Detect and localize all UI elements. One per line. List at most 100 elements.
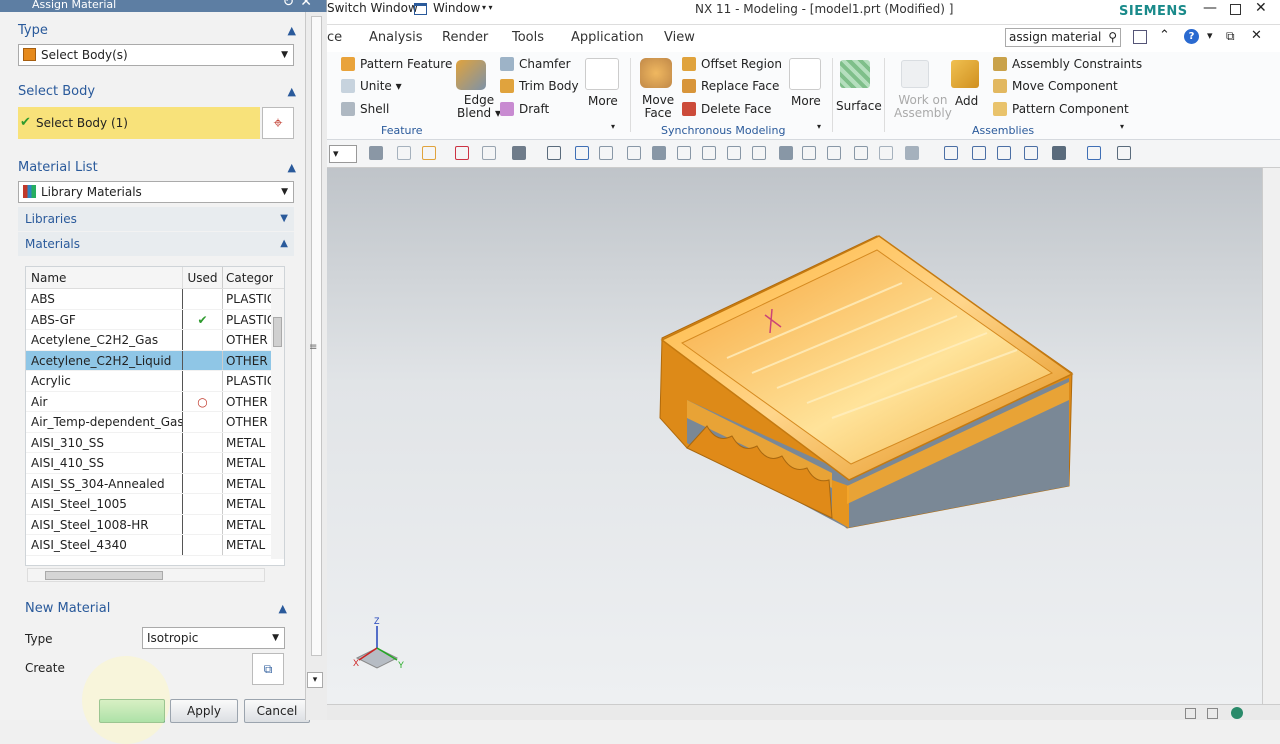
toolbar-tool-icon[interactable]	[369, 146, 383, 160]
toolbar-tool-icon[interactable]	[727, 146, 741, 160]
group-options-icon[interactable]: ▾	[817, 122, 821, 131]
filter-select[interactable]: ▾	[329, 145, 357, 163]
menu-item-application[interactable]: Application	[571, 30, 644, 45]
cancel-button[interactable]: Cancel	[244, 699, 310, 723]
toolbar-tool-icon[interactable]	[599, 146, 613, 160]
search-icon[interactable]: ⚲	[1108, 29, 1117, 46]
toolbar-tool-icon[interactable]	[779, 146, 793, 160]
maximize-icon[interactable]	[1230, 4, 1241, 15]
menu-item-analysis[interactable]: Analysis	[369, 30, 423, 45]
column-header-category[interactable]: Category	[223, 267, 273, 288]
table-row[interactable]: AISI_Steel_1005 METAL	[26, 494, 284, 515]
table-row[interactable]: AISI_SS_304-Annealed METAL	[26, 473, 284, 494]
tray-part[interactable]	[659, 235, 1074, 529]
toolbar-tool-icon[interactable]	[512, 146, 526, 160]
assembly-constraints-button[interactable]: Assembly Constraints	[993, 57, 1142, 71]
edge-blend-button[interactable]: Edge Blend ▾	[457, 94, 501, 120]
type-group-header[interactable]: Type ▲	[0, 18, 306, 44]
toolbar-tool-icon[interactable]	[1087, 146, 1101, 160]
ribbon-options-icon[interactable]: ▾	[1207, 29, 1213, 42]
toolbar-tool-icon[interactable]	[752, 146, 766, 160]
collapse-icon[interactable]: ▲	[280, 232, 288, 256]
toolbar-tool-icon[interactable]	[627, 146, 641, 160]
close-window-icon[interactable]: ✕	[1255, 0, 1267, 16]
offset-region-button[interactable]: Offset Region	[682, 57, 782, 71]
table-row[interactable]: ABS PLASTIC	[26, 289, 284, 310]
toolbar-tool-icon[interactable]	[802, 146, 816, 160]
column-header-used[interactable]: Used	[183, 267, 223, 288]
window-menu[interactable]: Window	[433, 1, 480, 15]
table-horizontal-scrollbar[interactable]	[27, 568, 265, 582]
toolbar-tool-icon[interactable]	[677, 146, 691, 160]
replace-face-button[interactable]: Replace Face	[682, 79, 779, 93]
toolbar-tool-icon[interactable]	[1117, 146, 1131, 160]
create-material-button[interactable]: ⧉	[252, 653, 284, 685]
command-search[interactable]: assign material ⚲	[1005, 28, 1121, 47]
libraries-header[interactable]: Libraries ▼	[18, 207, 294, 231]
table-row[interactable]: Air_Temp-dependent_Gas OTHER	[26, 412, 284, 433]
toolbar-tool-icon[interactable]	[652, 146, 666, 160]
move-face-button[interactable]: Move Face	[642, 94, 674, 120]
delete-face-button[interactable]: Delete Face	[682, 102, 771, 116]
collapse-icon[interactable]: ▲	[279, 596, 287, 622]
more-feature-button[interactable]: More	[588, 94, 618, 108]
toolbar-tool-icon[interactable]	[944, 146, 958, 160]
add-component-button[interactable]: Add	[955, 94, 978, 108]
group-options-icon[interactable]: ▾	[611, 122, 615, 131]
material-list-select[interactable]: Library Materials ▼	[18, 181, 294, 203]
menu-item-view[interactable]: View	[664, 30, 695, 45]
draft-button[interactable]: Draft	[500, 102, 549, 116]
layout-icon[interactable]	[1133, 30, 1147, 44]
toolbar-tool-icon[interactable]	[972, 146, 986, 160]
close-part-icon[interactable]: ✕	[1251, 28, 1262, 43]
pattern-component-button[interactable]: Pattern Component	[993, 102, 1129, 116]
expand-icon[interactable]: ▼	[280, 207, 288, 231]
select-body-group-header[interactable]: Select Body ▲	[0, 79, 306, 105]
toolbar-tool-icon[interactable]	[997, 146, 1011, 160]
shell-button[interactable]: Shell	[341, 102, 389, 116]
model-canvas[interactable]: Z X Y	[327, 168, 1262, 704]
switch-window-button[interactable]: Switch Window	[327, 1, 418, 15]
group-options-icon[interactable]: ▾	[1120, 122, 1124, 131]
work-on-assembly-button[interactable]: Work on Assembly	[894, 94, 952, 120]
surface-button[interactable]: Surface	[836, 99, 882, 113]
table-row[interactable]: AISI_410_SS METAL	[26, 453, 284, 474]
menu-item-render[interactable]: Render	[442, 30, 488, 45]
table-row[interactable]: Acetylene_C2H2_Gas OTHER	[26, 330, 284, 351]
collapse-icon[interactable]: ▲	[288, 79, 296, 105]
table-row[interactable]: AISI_Steel_1008-HR METAL	[26, 514, 284, 535]
menu-item-ce[interactable]: ce	[327, 30, 342, 45]
more-sync-button[interactable]: More	[791, 94, 821, 108]
toolbar-tool-icon[interactable]	[905, 146, 919, 160]
viewport-scrollbar[interactable]	[1262, 168, 1280, 704]
toolbar-tool-icon[interactable]	[482, 146, 496, 160]
toolbar-tool-icon[interactable]	[575, 146, 589, 160]
table-row[interactable]: AISI_310_SS METAL	[26, 432, 284, 453]
reset-icon[interactable]: ↻	[283, 0, 301, 10]
collapse-ribbon-icon[interactable]: ⌃	[1159, 28, 1170, 43]
toolbar-tool-icon[interactable]	[547, 146, 561, 160]
table-row[interactable]: Acrylic PLASTIC	[26, 371, 284, 392]
unite-button[interactable]: Unite ▾	[341, 79, 402, 93]
type-select[interactable]: Select Body(s) ▼	[18, 44, 294, 66]
table-row[interactable]: Acetylene_C2H2_Liquid OTHER	[26, 350, 284, 371]
toolbar-tool-icon[interactable]	[397, 146, 411, 160]
new-material-type-select[interactable]: Isotropic ▼	[142, 627, 285, 649]
toolbar-tool-icon[interactable]	[422, 146, 436, 160]
column-header-name[interactable]: Name	[26, 267, 183, 288]
materials-header[interactable]: Materials ▲	[18, 232, 294, 256]
chamfer-button[interactable]: Chamfer	[500, 57, 571, 71]
select-body-button[interactable]: ⌖	[262, 107, 294, 139]
select-body-field[interactable]: ✔ Select Body (1)	[18, 107, 260, 139]
pattern-feature-button[interactable]: Pattern Feature	[341, 57, 452, 71]
move-component-button[interactable]: Move Component	[993, 79, 1118, 93]
menu-item-tools[interactable]: Tools	[512, 30, 544, 45]
material-list-group-header[interactable]: Material List ▲	[0, 155, 306, 181]
toolbar-tool-icon[interactable]	[827, 146, 841, 160]
collapse-icon[interactable]: ▲	[288, 155, 296, 181]
toolbar-tool-icon[interactable]	[455, 146, 469, 160]
new-material-group-header[interactable]: New Material ▲	[7, 596, 297, 622]
restore-icon[interactable]: ⧉	[1226, 29, 1235, 44]
table-row[interactable]: Air ○ OTHER	[26, 391, 284, 412]
minimize-icon[interactable]: —	[1203, 0, 1217, 16]
